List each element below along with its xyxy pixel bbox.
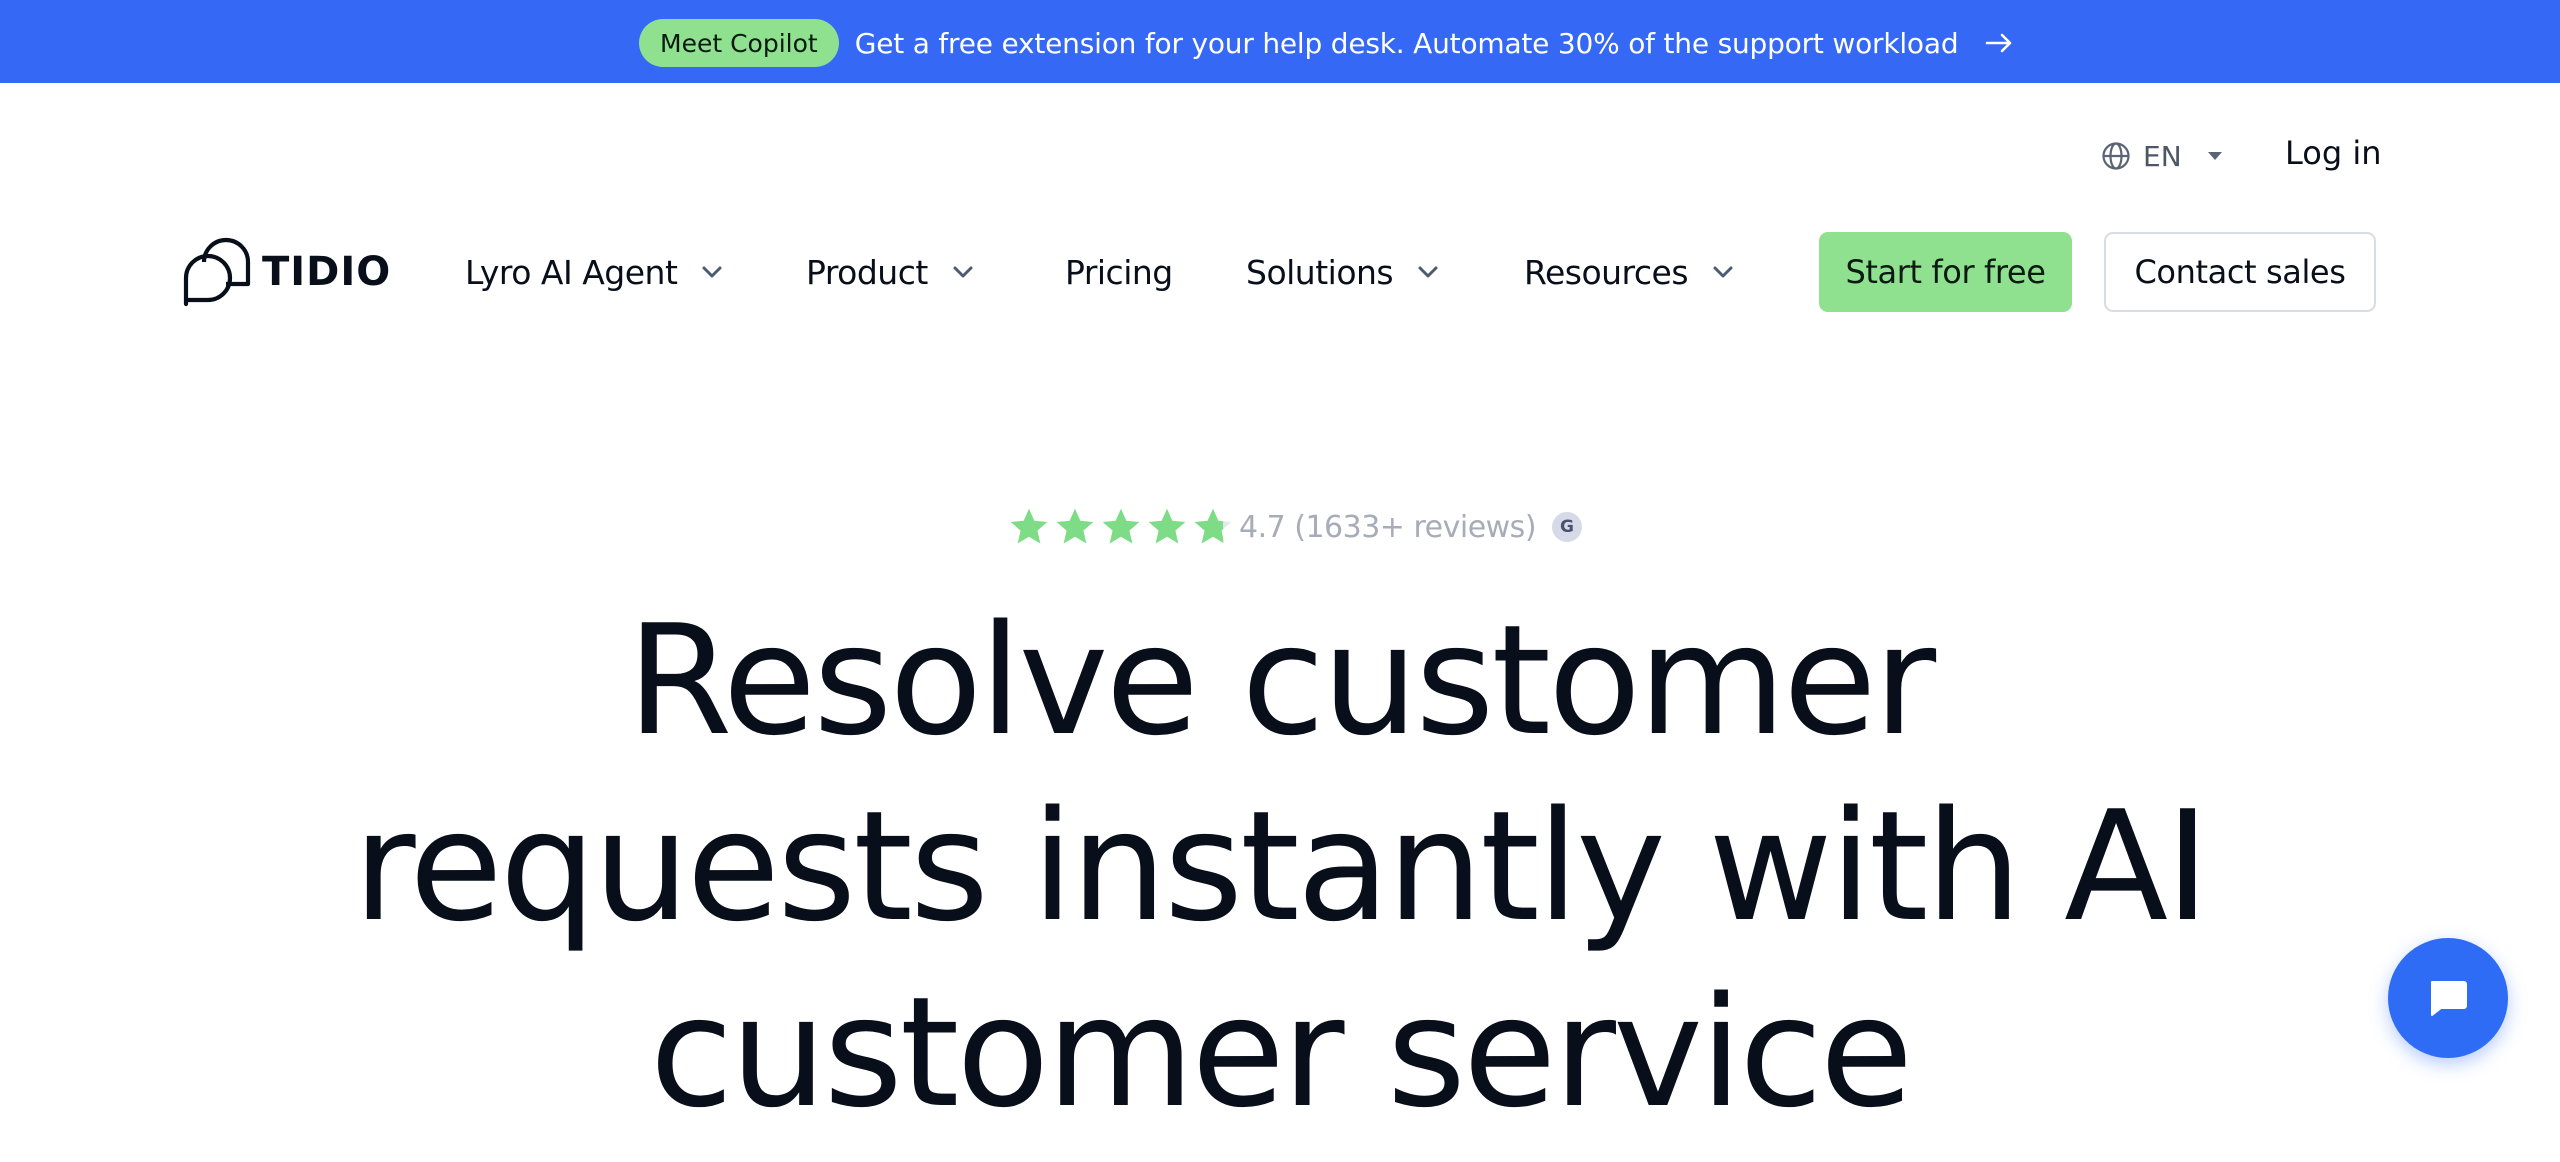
nav-label: Solutions bbox=[1246, 252, 1394, 292]
star-icon bbox=[1148, 508, 1186, 544]
caret-down-icon bbox=[2207, 152, 2222, 160]
language-code: EN bbox=[2143, 139, 2182, 173]
chevron-down-icon bbox=[1418, 266, 1438, 278]
chat-bubble-icon bbox=[2431, 981, 2467, 1016]
star-icon bbox=[1010, 508, 1048, 544]
chevron-down-icon bbox=[702, 266, 722, 278]
nav-label: Resources bbox=[1524, 252, 1689, 292]
nav-product[interactable]: Product bbox=[806, 250, 976, 294]
chat-launcher-button[interactable] bbox=[2388, 938, 2508, 1058]
star-icon bbox=[1102, 508, 1140, 544]
star-rating bbox=[1007, 505, 1237, 549]
nav-label: Pricing bbox=[1065, 252, 1173, 292]
chevron-down-icon bbox=[953, 266, 973, 278]
announcement-text[interactable]: Get a free extension for your help desk.… bbox=[855, 27, 1959, 60]
chevron-down-icon bbox=[1713, 266, 1733, 278]
language-selector[interactable]: EN bbox=[2101, 136, 2224, 176]
hero-headline: Resolve customer requests instantly with… bbox=[353, 592, 2210, 1141]
tidio-logo-icon bbox=[183, 237, 251, 307]
meet-copilot-badge[interactable]: Meet Copilot bbox=[639, 19, 839, 67]
nav-label: Lyro AI Agent bbox=[465, 252, 678, 292]
tidio-logo[interactable]: TIDIO bbox=[182, 236, 391, 308]
logo-wordmark: TIDIO bbox=[262, 249, 392, 295]
nav-resources[interactable]: Resources bbox=[1524, 250, 1736, 294]
arrow-right-icon[interactable] bbox=[1984, 28, 2014, 58]
login-link[interactable]: Log in bbox=[2285, 134, 2382, 172]
partial-star-icon bbox=[1194, 508, 1232, 544]
contact-sales-button[interactable]: Contact sales bbox=[2104, 232, 2376, 312]
announcement-bar[interactable]: Meet Copilot Get a free extension for yo… bbox=[0, 0, 2560, 83]
nav-solutions[interactable]: Solutions bbox=[1246, 250, 1441, 294]
nav-label: Product bbox=[806, 252, 928, 292]
star-icon bbox=[1056, 508, 1094, 544]
globe-icon bbox=[2102, 142, 2130, 170]
g2-badge-icon: G bbox=[1552, 512, 1583, 542]
announcement-content[interactable]: Meet Copilot Get a free extension for yo… bbox=[639, 19, 2014, 67]
nav-lyro-ai-agent[interactable]: Lyro AI Agent bbox=[465, 250, 725, 294]
review-rating[interactable]: 4.7 (1633+ reviews) G bbox=[1007, 505, 1583, 549]
rating-score-text: 4.7 (1633+ reviews) bbox=[1239, 509, 1537, 545]
nav-pricing[interactable]: Pricing bbox=[1065, 250, 1173, 294]
start-for-free-button[interactable]: Start for free bbox=[1819, 232, 2072, 312]
